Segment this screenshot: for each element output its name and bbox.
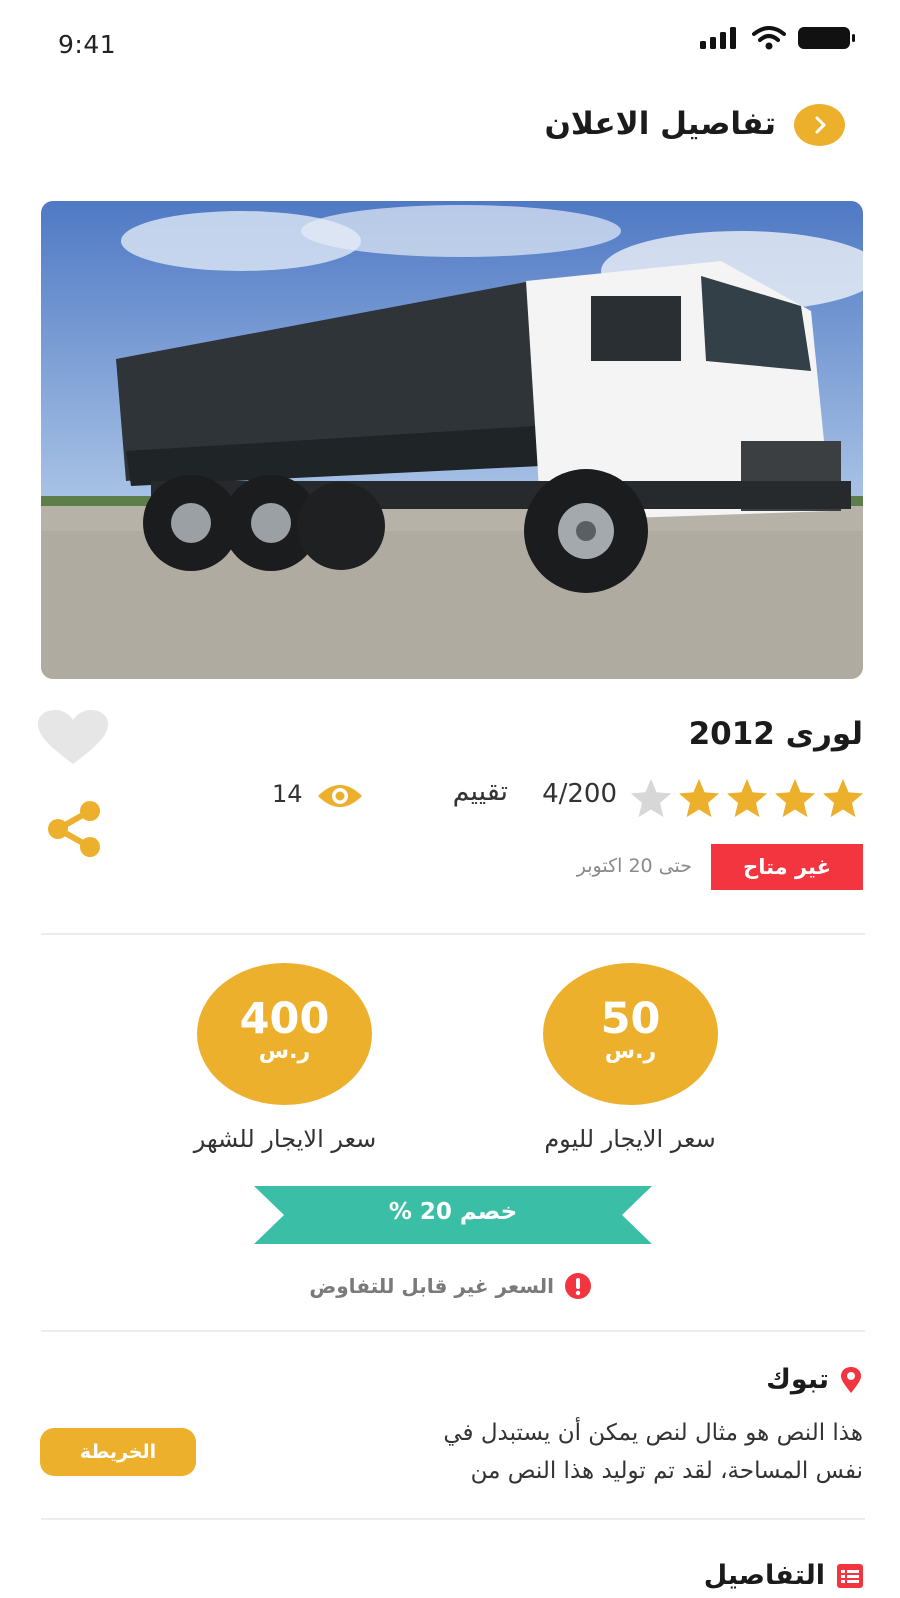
back-chevron-icon	[815, 116, 825, 134]
daily-price-value: 50	[600, 994, 661, 1044]
divider	[41, 1330, 865, 1332]
details-title: التفاصيل	[703, 1560, 825, 1591]
daily-price-badge: 50 ر.س	[543, 963, 718, 1105]
rating-stars	[628, 777, 866, 821]
status-time: 9:41	[58, 30, 117, 59]
back-button[interactable]	[794, 104, 845, 146]
share-button[interactable]	[44, 800, 104, 858]
signal-icon	[700, 27, 736, 49]
divider	[41, 933, 865, 935]
availability-until: حتى 20 اكتوبر	[576, 855, 692, 877]
description-line: نفس المساحة، لقد تم توليد هذا النص من	[470, 1458, 863, 1484]
monthly-price-label: سعر الايجار للشهر	[193, 1125, 377, 1153]
availability-badge: غير متاح	[711, 844, 863, 890]
star-icon	[726, 778, 768, 818]
location-pin-icon	[841, 1366, 861, 1393]
city-name: تبوك	[766, 1364, 829, 1395]
star-icon	[822, 778, 864, 818]
eye-icon	[318, 785, 362, 807]
rating-label: تقييم	[452, 776, 508, 807]
daily-price-currency: ر.س	[604, 1039, 657, 1064]
monthly-price-currency: ر.س	[258, 1039, 311, 1064]
star-icon	[678, 778, 720, 818]
favorite-button[interactable]	[38, 710, 108, 766]
daily-price-label: سعر الايجار لليوم	[544, 1125, 716, 1153]
map-button[interactable]: الخريطة	[40, 1428, 196, 1476]
details-list-icon	[837, 1563, 863, 1588]
discount-label: خصم 20 %	[388, 1199, 518, 1225]
status-icons	[700, 26, 856, 50]
views-count: 14	[272, 780, 303, 808]
ad-photo[interactable]	[41, 201, 863, 679]
location-description: هذا النص هو مثال لنص يمكن أن يستبدل في ن…	[323, 1414, 863, 1490]
star-icon	[774, 778, 816, 818]
negotiation-note: السعر غير قابل للتفاوض	[309, 1272, 592, 1300]
negotiation-text: السعر غير قابل للتفاوض	[309, 1274, 554, 1298]
location-row: تبوك	[766, 1364, 863, 1395]
divider	[41, 1518, 865, 1520]
monthly-price-badge: 400 ر.س	[197, 963, 372, 1105]
battery-icon	[798, 27, 855, 49]
rating-count: 4/200	[542, 779, 617, 809]
monthly-price-value: 400	[239, 994, 330, 1044]
ad-title: لورى 2012	[688, 716, 863, 752]
details-header: التفاصيل	[704, 1560, 863, 1591]
dump-truck-image	[41, 201, 863, 679]
share-icon	[48, 801, 100, 857]
star-icon	[630, 778, 672, 818]
page-title: تفاصيل الاعلان	[544, 106, 776, 142]
description-line: هذا النص هو مثال لنص يمكن أن يستبدل في	[443, 1420, 863, 1446]
heart-icon	[38, 710, 108, 764]
wifi-icon	[752, 26, 786, 50]
alert-icon	[565, 1273, 591, 1299]
